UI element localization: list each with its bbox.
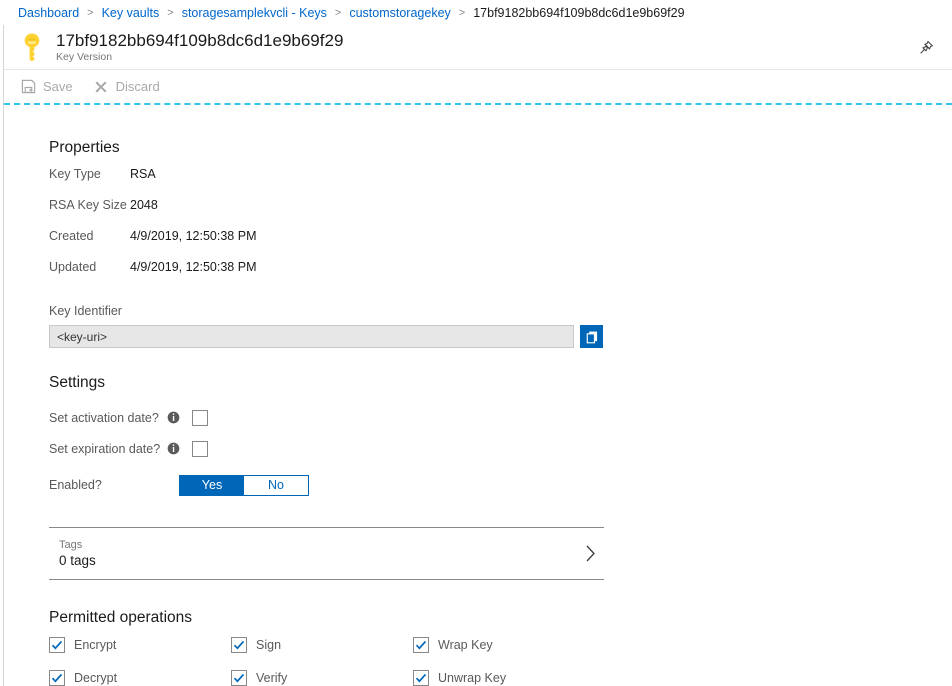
setting-row-expiration-date: Set expiration date? [49, 433, 952, 464]
checkbox-checked[interactable] [49, 637, 65, 653]
breadcrumb: Dashboard > Key vaults > storagesamplekv… [0, 0, 952, 25]
tags-row[interactable]: Tags 0 tags [49, 527, 604, 580]
property-row-created: Created 4/9/2019, 12:50:38 PM [49, 229, 952, 260]
property-label: Key Type [49, 167, 130, 181]
permitted-operation-encrypt[interactable]: Encrypt [49, 637, 231, 653]
command-toolbar: Save Discard [4, 70, 952, 103]
key-version-blade: 17bf9182bb694f109b8dc6d1e9b69f29 Key Ver… [3, 25, 952, 686]
pin-blade-button[interactable] [912, 33, 940, 61]
breadcrumb-item-current: 17bf9182bb694f109b8dc6d1e9b69f29 [473, 6, 684, 20]
save-button-label: Save [43, 79, 73, 94]
property-label: Updated [49, 260, 130, 274]
permitted-operation-label: Verify [256, 671, 287, 685]
checkmark-icon [51, 639, 63, 651]
property-value: RSA [130, 167, 156, 181]
permitted-operation-verify[interactable]: Verify [231, 670, 413, 686]
enabled-toggle: Yes No [179, 475, 309, 496]
properties-heading: Properties [49, 139, 952, 157]
permitted-operation-unwrap-key[interactable]: Unwrap Key [413, 670, 595, 686]
checkbox-checked[interactable] [413, 637, 429, 653]
expiration-date-label: Set expiration date? [49, 442, 167, 456]
property-value: 4/9/2019, 12:50:38 PM [130, 229, 256, 243]
property-value: 2048 [130, 198, 158, 212]
property-label: Created [49, 229, 130, 243]
permitted-operation-decrypt[interactable]: Decrypt [49, 670, 231, 686]
checkmark-icon [415, 672, 427, 684]
blade-title-group: 17bf9182bb694f109b8dc6d1e9b69f29 Key Ver… [56, 31, 912, 64]
permitted-operations-grid: Encrypt Sign Wrap Key [49, 637, 952, 686]
enabled-toggle-yes[interactable]: Yes [180, 476, 244, 495]
breadcrumb-separator-icon: > [335, 7, 341, 19]
checkbox-checked[interactable] [231, 670, 247, 686]
tags-texts: Tags 0 tags [49, 538, 576, 570]
setting-row-activation-date: Set activation date? [49, 402, 952, 433]
page-subtitle: Key Version [56, 51, 912, 64]
breadcrumb-item-vault-keys[interactable]: storagesamplekvcli - Keys [182, 6, 327, 20]
copy-icon [585, 330, 599, 344]
property-row-rsa-key-size: RSA Key Size 2048 [49, 198, 952, 229]
key-identifier-input[interactable] [49, 325, 574, 348]
checkbox-checked[interactable] [49, 670, 65, 686]
permitted-operations-heading: Permitted operations [49, 609, 952, 627]
settings-heading: Settings [49, 374, 952, 392]
breadcrumb-item-key-vaults[interactable]: Key vaults [102, 6, 160, 20]
save-button[interactable]: Save [20, 79, 73, 95]
breadcrumb-separator-icon: > [459, 7, 465, 19]
blade-content: Properties Key Type RSA RSA Key Size 204… [4, 107, 952, 686]
discard-button-label: Discard [116, 79, 160, 94]
checkmark-icon [415, 639, 427, 651]
activation-date-checkbox[interactable] [192, 410, 208, 426]
tags-value: 0 tags [59, 552, 576, 570]
info-icon[interactable] [167, 442, 180, 455]
info-icon[interactable] [167, 411, 180, 424]
checkmark-icon [233, 639, 245, 651]
checkmark-icon [233, 672, 245, 684]
checkmark-icon [51, 672, 63, 684]
key-identifier-row [49, 325, 952, 348]
permitted-operation-label: Unwrap Key [438, 671, 506, 685]
tags-chevron[interactable] [576, 544, 604, 563]
breadcrumb-item-key[interactable]: customstoragekey [349, 6, 450, 20]
permitted-operation-wrap-key[interactable]: Wrap Key [413, 637, 595, 653]
permitted-operation-label: Sign [256, 638, 281, 652]
property-value: 4/9/2019, 12:50:38 PM [130, 260, 256, 274]
checkbox-checked[interactable] [413, 670, 429, 686]
permitted-operation-label: Encrypt [74, 638, 116, 652]
blade-title-bar: 17bf9182bb694f109b8dc6d1e9b69f29 Key Ver… [4, 25, 952, 70]
key-identifier-label: Key Identifier [49, 304, 952, 318]
enabled-label: Enabled? [49, 478, 167, 492]
save-icon [20, 79, 36, 95]
breadcrumb-separator-icon: > [167, 7, 173, 19]
enabled-toggle-no[interactable]: No [244, 476, 308, 495]
chevron-right-icon [584, 544, 597, 563]
activation-date-label: Set activation date? [49, 411, 167, 425]
breadcrumb-separator-icon: > [87, 7, 93, 19]
property-row-updated: Updated 4/9/2019, 12:50:38 PM [49, 260, 952, 291]
property-row-key-type: Key Type RSA [49, 167, 952, 198]
key-icon [19, 32, 45, 62]
permitted-operation-label: Decrypt [74, 671, 117, 685]
breadcrumb-item-dashboard[interactable]: Dashboard [18, 6, 79, 20]
page-title: 17bf9182bb694f109b8dc6d1e9b69f29 [56, 31, 912, 50]
checkbox-checked[interactable] [231, 637, 247, 653]
copy-key-identifier-button[interactable] [580, 325, 603, 348]
setting-row-enabled: Enabled? Yes No [49, 467, 952, 503]
pin-icon [919, 40, 934, 55]
expiration-date-checkbox[interactable] [192, 441, 208, 457]
close-x-icon [93, 79, 109, 95]
tags-label: Tags [59, 538, 576, 552]
permitted-operation-label: Wrap Key [438, 638, 493, 652]
property-label: RSA Key Size [49, 198, 130, 212]
discard-button[interactable]: Discard [93, 79, 160, 95]
permitted-operation-sign[interactable]: Sign [231, 637, 413, 653]
